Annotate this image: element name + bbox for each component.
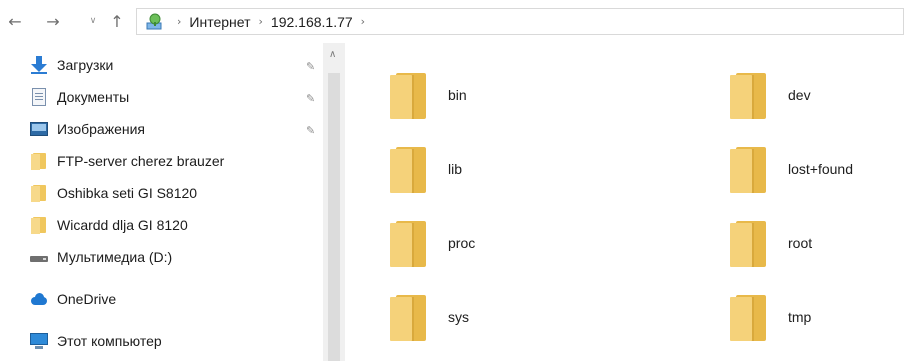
pin-icon[interactable]: ✎ — [306, 60, 315, 73]
images-icon — [30, 120, 48, 138]
sidebar-item-images[interactable]: Изображения — [30, 115, 145, 143]
folder-icon — [390, 293, 426, 341]
breadcrumb-separator[interactable]: › — [259, 15, 263, 28]
folder-name: proc — [448, 235, 476, 251]
folder-icon — [390, 71, 426, 119]
folder-icon — [390, 219, 426, 267]
address-bar-row: ← → ∨ ↑ › Интернет › 192.168.1.77 › — [0, 0, 910, 43]
breadcrumb-separator[interactable]: › — [177, 15, 181, 28]
sidebar-item-wicardd[interactable]: Wicardd dlja GI 8120 — [30, 211, 188, 239]
folder-icon — [30, 184, 48, 202]
folder-item-lib[interactable]: lib — [390, 137, 630, 201]
onedrive-icon — [30, 290, 48, 308]
sidebar-item-label: Загрузки — [57, 57, 114, 73]
sidebar-scrollbar[interactable]: ∧ — [323, 43, 345, 361]
folder-name: bin — [448, 87, 467, 103]
content-pane: bin dev lib lost+found proc root sys tmp — [350, 43, 910, 361]
breadcrumb-internet[interactable]: Интернет — [189, 14, 250, 30]
sidebar-item-ftp-server[interactable]: FTP-server cherez brauzer — [30, 147, 224, 175]
pin-icon[interactable]: ✎ — [306, 92, 315, 105]
address-field[interactable]: › Интернет › 192.168.1.77 › — [136, 8, 904, 35]
recent-locations-button[interactable]: ∨ — [86, 11, 100, 31]
sidebar-item-label: Oshibka seti GI S8120 — [57, 185, 198, 201]
folder-name: root — [788, 235, 813, 251]
folder-item-tmp[interactable]: tmp — [730, 285, 910, 349]
back-button[interactable]: ← — [6, 11, 24, 31]
chevron-down-icon: ∨ — [89, 16, 97, 26]
arrow-right-icon: → — [46, 11, 60, 31]
pin-icon[interactable]: ✎ — [306, 124, 315, 137]
folder-item-proc[interactable]: proc — [390, 211, 630, 275]
download-icon — [30, 56, 48, 74]
up-button[interactable]: ↑ — [108, 11, 126, 31]
folder-icon — [30, 152, 48, 170]
breadcrumb-host[interactable]: 192.168.1.77 — [271, 14, 353, 30]
folder-icon — [730, 219, 766, 267]
arrow-up-icon: ↑ — [110, 11, 124, 31]
breadcrumb-separator[interactable]: › — [361, 15, 365, 28]
folder-item-bin[interactable]: bin — [390, 63, 630, 127]
folder-name: lost+found — [788, 161, 853, 177]
folder-item-lost-found[interactable]: lost+found — [730, 137, 910, 201]
documents-icon — [30, 88, 48, 106]
folder-name: tmp — [788, 309, 812, 325]
sidebar-item-multimedia-drive[interactable]: Мультимедиа (D:) — [30, 243, 172, 271]
navigation-pane: Загрузки ✎ Документы ✎ Изображения ✎ FTP… — [8, 43, 348, 361]
sidebar-item-label: Этот компьютер — [57, 333, 162, 349]
scroll-up-icon[interactable]: ∧ — [329, 49, 336, 60]
sidebar-item-label: FTP-server cherez brauzer — [57, 153, 225, 169]
folder-name: sys — [448, 309, 469, 325]
sidebar-item-documents[interactable]: Документы — [30, 83, 129, 111]
folder-item-dev[interactable]: dev — [730, 63, 910, 127]
network-location-icon — [145, 13, 163, 31]
sidebar-item-label: Wicardd dlja GI 8120 — [57, 217, 188, 233]
sidebar-item-this-pc[interactable]: Этот компьютер — [30, 327, 162, 355]
sidebar-item-oshibka-seti[interactable]: Oshibka seti GI S8120 — [30, 179, 197, 207]
sidebar-item-label: Документы — [57, 89, 130, 105]
folder-name: dev — [788, 87, 811, 103]
folder-icon — [730, 293, 766, 341]
sidebar-item-onedrive[interactable]: OneDrive — [30, 285, 116, 313]
sidebar-item-label: OneDrive — [57, 291, 117, 307]
forward-button[interactable]: → — [44, 11, 62, 31]
sidebar-item-label: Изображения — [57, 121, 145, 137]
folder-item-root[interactable]: root — [730, 211, 910, 275]
folder-name: lib — [448, 161, 463, 177]
scrollbar-thumb[interactable] — [328, 73, 340, 361]
folder-icon — [730, 145, 766, 193]
folder-icon — [730, 71, 766, 119]
sidebar-item-downloads[interactable]: Загрузки — [30, 51, 113, 79]
sidebar-item-label: Мультимедиа (D:) — [57, 249, 173, 265]
this-pc-icon — [30, 332, 48, 350]
arrow-left-icon: ← — [8, 11, 22, 31]
folder-icon — [390, 145, 426, 193]
folder-item-sys[interactable]: sys — [390, 285, 630, 349]
drive-icon — [30, 248, 48, 266]
folder-icon — [30, 216, 48, 234]
